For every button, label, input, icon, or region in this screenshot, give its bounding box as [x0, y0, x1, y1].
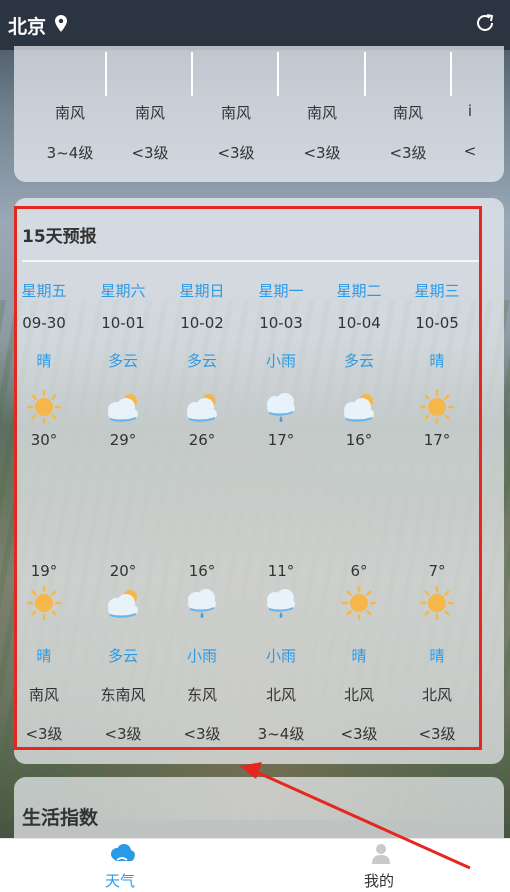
hourly-wind-dir: 南风 — [220, 104, 251, 122]
refresh-icon[interactable] — [474, 12, 496, 34]
hourly-wind-level: <3级 — [217, 144, 255, 162]
hourly-wind-level: < — [463, 142, 477, 160]
location-pin-icon — [55, 15, 67, 32]
tab-weather[interactable]: 天气 — [105, 870, 135, 891]
hourly-wind-dir: 南风 — [134, 104, 165, 122]
highlight-box — [14, 206, 482, 750]
hourly-wind-level: <3级 — [303, 144, 341, 162]
hourly-wind-dir: 南风 — [392, 104, 423, 122]
top-bar — [0, 0, 510, 50]
city-name[interactable]: 北京 — [8, 12, 46, 39]
weather-tab-icon[interactable] — [108, 842, 136, 864]
divider — [364, 52, 366, 96]
bottom-nav — [0, 838, 510, 892]
tab-me[interactable]: 我的 — [364, 870, 394, 891]
hourly-wind-dir: 南风 — [306, 104, 337, 122]
divider — [191, 52, 193, 96]
lifestyle-title: 生活指数 — [22, 807, 99, 829]
hourly-wind-level: <3级 — [389, 144, 427, 162]
hourly-wind-level: 3~4级 — [46, 144, 94, 162]
hourly-wind-dir: 南风 — [54, 104, 85, 122]
hourly-wind-level: <3级 — [131, 144, 169, 162]
profile-tab-icon[interactable] — [370, 842, 392, 864]
divider — [105, 52, 107, 96]
divider — [450, 52, 452, 96]
divider — [277, 52, 279, 96]
hourly-wind-dir: i — [467, 102, 473, 120]
